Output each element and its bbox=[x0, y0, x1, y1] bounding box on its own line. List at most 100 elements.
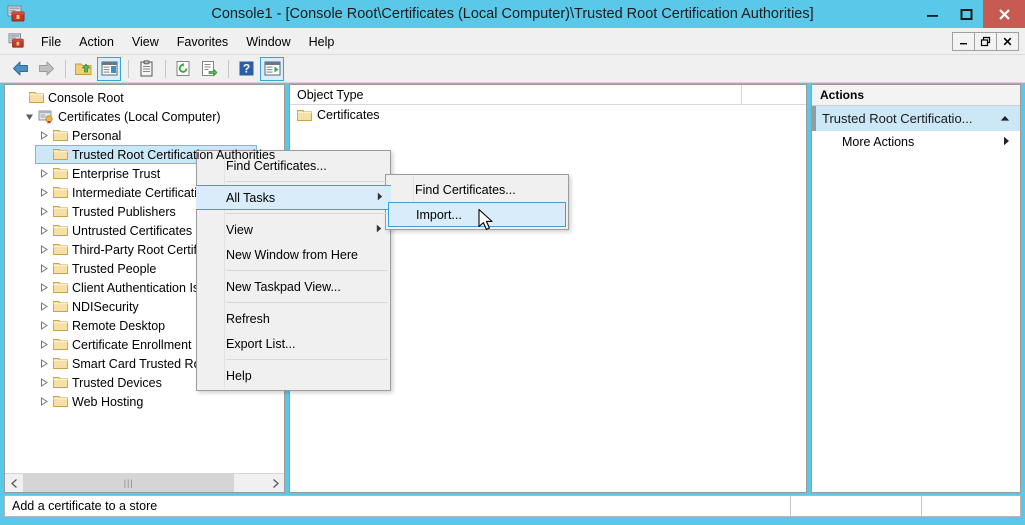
title-bar: Console1 - [Console Root\Certificates (L… bbox=[0, 0, 1025, 28]
action-pane-icon[interactable] bbox=[260, 57, 284, 81]
context-menu-separator bbox=[226, 181, 388, 182]
submenu-item-label: Import... bbox=[416, 208, 557, 222]
expander-collapsed-icon[interactable] bbox=[35, 131, 51, 140]
close-button[interactable] bbox=[983, 0, 1025, 28]
chevron-right-icon bbox=[1003, 136, 1010, 148]
context-menu-item-label: Export List... bbox=[226, 337, 382, 351]
maximize-button[interactable] bbox=[949, 0, 983, 28]
context-menu-item-find-certificates[interactable]: Find Certificates... bbox=[197, 153, 390, 178]
column-header-blank[interactable] bbox=[742, 85, 806, 105]
context-menu-item-refresh[interactable]: Refresh bbox=[197, 306, 390, 331]
folder-icon bbox=[51, 224, 69, 237]
expander-collapsed-icon[interactable] bbox=[35, 378, 51, 387]
result-row-certificates[interactable]: Certificates bbox=[290, 105, 806, 125]
window-title: Console1 - [Console Root\Certificates (L… bbox=[0, 0, 1025, 28]
forward-arrow-icon[interactable] bbox=[34, 57, 58, 81]
tree-node-personal[interactable]: Personal bbox=[5, 126, 284, 145]
tree-node-web-hosting[interactable]: Web Hosting bbox=[5, 392, 284, 411]
result-column-header: Object Type bbox=[290, 85, 806, 105]
actions-group-header[interactable]: Trusted Root Certificatio... bbox=[812, 106, 1020, 131]
context-menu-item-new-window-from-here[interactable]: New Window from Here bbox=[197, 242, 390, 267]
mdi-close-button[interactable] bbox=[997, 33, 1018, 50]
expander-collapsed-icon[interactable] bbox=[35, 397, 51, 406]
folder-icon bbox=[51, 186, 69, 199]
context-menu-item-label: Help bbox=[226, 369, 382, 383]
folder-icon bbox=[297, 109, 312, 122]
expander-collapsed-icon[interactable] bbox=[35, 283, 51, 292]
folder-icon bbox=[51, 167, 69, 180]
scroll-left-arrow-icon[interactable] bbox=[5, 474, 23, 492]
action-item-more-actions[interactable]: More Actions bbox=[812, 131, 1020, 153]
submenu-item-label: Find Certificates... bbox=[415, 183, 560, 197]
scroll-right-arrow-icon[interactable] bbox=[266, 474, 284, 492]
toolbar-separator bbox=[65, 60, 66, 78]
context-menu-item-label: New Window from Here bbox=[226, 248, 382, 262]
back-arrow-icon[interactable] bbox=[8, 57, 32, 81]
export-list-icon[interactable] bbox=[197, 57, 221, 81]
tree-horizontal-scrollbar[interactable]: ||| bbox=[5, 473, 284, 492]
expander-collapsed-icon[interactable] bbox=[35, 302, 51, 311]
expander-collapsed-icon[interactable] bbox=[35, 207, 51, 216]
menu-bar: File Action View Favorites Window Help bbox=[0, 28, 1025, 55]
minimize-button[interactable] bbox=[915, 0, 949, 28]
folder-icon bbox=[51, 262, 69, 275]
submenu-arrow-icon bbox=[364, 224, 382, 235]
status-section-2 bbox=[791, 496, 922, 516]
tree-node-label: Remote Desktop bbox=[69, 319, 171, 333]
result-row-label: Certificates bbox=[317, 108, 380, 122]
mmc-console-icon bbox=[8, 33, 26, 49]
expander-expanded-icon[interactable] bbox=[21, 112, 37, 121]
column-header-object-type[interactable]: Object Type bbox=[290, 85, 742, 105]
scrollbar-thumb[interactable]: ||| bbox=[23, 474, 234, 492]
folder-icon bbox=[51, 243, 69, 256]
tree-node-console-root[interactable]: Console Root bbox=[5, 88, 284, 107]
scrollbar-track[interactable]: ||| bbox=[23, 474, 266, 492]
menu-window[interactable]: Window bbox=[237, 32, 299, 52]
chevron-up-icon[interactable] bbox=[1000, 114, 1020, 124]
actions-pane: Actions Trusted Root Certificatio... Mor… bbox=[811, 84, 1021, 493]
console-tree-icon[interactable] bbox=[97, 57, 121, 81]
mmc-console-window: Console1 - [Console Root\Certificates (L… bbox=[0, 0, 1025, 525]
mdi-minimize-button[interactable] bbox=[953, 33, 975, 50]
expander-collapsed-icon[interactable] bbox=[35, 321, 51, 330]
tree-node-label: Console Root bbox=[45, 91, 130, 105]
context-menu-separator bbox=[226, 213, 388, 214]
scrollbar-grip: ||| bbox=[124, 478, 134, 488]
context-menu-separator bbox=[226, 270, 388, 271]
question-mark-icon[interactable]: ? bbox=[234, 57, 258, 81]
context-menu-item-export-list[interactable]: Export List... bbox=[197, 331, 390, 356]
context-menu-separator bbox=[226, 359, 388, 360]
context-menu-item-new-taskpad-view[interactable]: New Taskpad View... bbox=[197, 274, 390, 299]
expander-collapsed-icon[interactable] bbox=[35, 169, 51, 178]
expander-collapsed-icon[interactable] bbox=[35, 359, 51, 368]
status-bar: Add a certificate to a store bbox=[4, 495, 1021, 517]
expander-collapsed-icon[interactable] bbox=[35, 245, 51, 254]
clipboard-icon[interactable] bbox=[134, 57, 158, 81]
context-menu-item-label: All Tasks bbox=[226, 191, 365, 205]
tree-node-label: Certificates (Local Computer) bbox=[55, 110, 227, 124]
tree-node-label: Trusted People bbox=[69, 262, 162, 276]
status-section-3 bbox=[922, 496, 1020, 516]
menu-help[interactable]: Help bbox=[300, 32, 344, 52]
tree-node-label: Personal bbox=[69, 129, 127, 143]
submenu-item-import[interactable]: Import... bbox=[388, 202, 566, 227]
context-menu-item-all-tasks[interactable]: All Tasks bbox=[196, 185, 391, 210]
expander-collapsed-icon[interactable] bbox=[35, 340, 51, 349]
tree-node-certificates-local-computer[interactable]: Certificates (Local Computer) bbox=[5, 107, 284, 126]
context-menu-item-help[interactable]: Help bbox=[197, 363, 390, 388]
expander-collapsed-icon[interactable] bbox=[35, 188, 51, 197]
menu-file[interactable]: File bbox=[32, 32, 70, 52]
menu-favorites[interactable]: Favorites bbox=[168, 32, 237, 52]
up-folder-icon[interactable] bbox=[71, 57, 95, 81]
tree-node-label: Trusted Devices bbox=[69, 376, 168, 390]
context-menu-item-view[interactable]: View bbox=[197, 217, 390, 242]
expander-collapsed-icon[interactable] bbox=[35, 226, 51, 235]
refresh-icon[interactable] bbox=[171, 57, 195, 81]
mdi-restore-button[interactable] bbox=[975, 33, 997, 50]
toolbar-separator bbox=[165, 60, 166, 78]
menu-action[interactable]: Action bbox=[70, 32, 123, 52]
menu-view[interactable]: View bbox=[123, 32, 168, 52]
submenu-item-find-certificates[interactable]: Find Certificates... bbox=[386, 177, 568, 202]
expander-collapsed-icon[interactable] bbox=[35, 264, 51, 273]
mdi-window-controls bbox=[952, 32, 1019, 51]
